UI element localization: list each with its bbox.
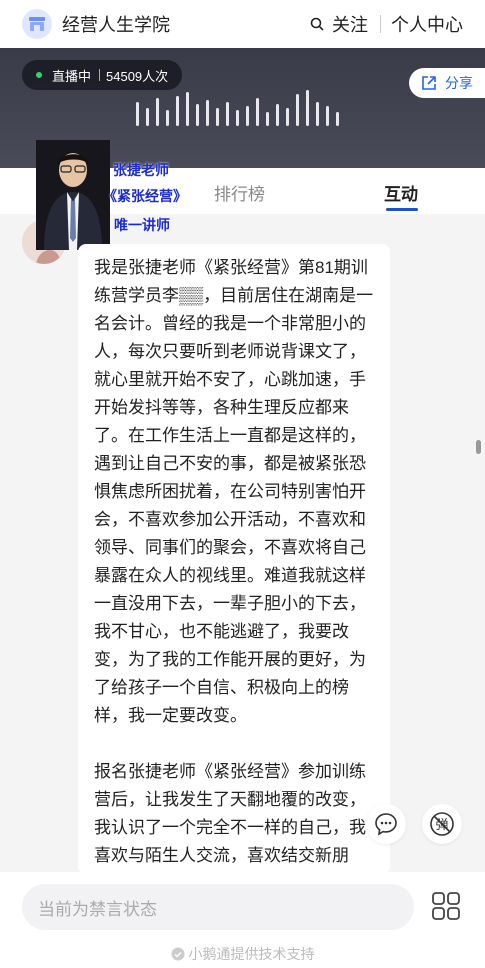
teacher-photo: [36, 140, 110, 250]
chat-input[interactable]: 当前为禁言状态: [22, 884, 414, 930]
tab-interaction[interactable]: 互动: [384, 180, 418, 205]
pill-divider: [99, 69, 101, 81]
store-logo-icon: [22, 9, 52, 39]
header-divider: [380, 15, 381, 33]
bottom-bar: 当前为禁言状态 小鹅通提供技术支持: [0, 872, 485, 968]
powered-by-text: 小鹅通提供技术支持: [188, 946, 315, 962]
follow-button[interactable]: 关注: [310, 11, 368, 37]
active-tab-indicator: [386, 208, 418, 211]
audio-waveform-icon: [136, 90, 339, 126]
live-dot-icon: [36, 72, 42, 78]
tab-leaderboard[interactable]: 排行榜: [214, 180, 265, 205]
chat-message-bubble: 我是张捷老师《紧张经营》第81期训练营学员李▒▒，目前居住在湖南是一名会计。曾经…: [78, 244, 390, 874]
xiaoe-logo-icon: [171, 947, 184, 961]
message-paragraph: 我是张捷老师《紧张经营》第81期训练营学员李▒▒，目前居住在湖南是一名会计。曾经…: [94, 258, 374, 725]
viewer-count: 54509人次: [106, 68, 169, 84]
message-paragraph: 报名张捷老师《紧张经营》参加训练营后，让我发生了天翻地覆的改变，我认识了一个完全…: [94, 762, 366, 865]
grid-icon: [432, 892, 460, 920]
live-status: 直播中: [52, 68, 92, 84]
teacher-course-label: 《紧张经营》: [103, 188, 187, 204]
top-bar: 经营人生学院 关注 个人中心: [0, 0, 485, 48]
more-functions-button[interactable]: [430, 890, 462, 922]
share-button[interactable]: 分享: [409, 68, 485, 98]
comment-icon: [375, 813, 397, 836]
profile-link[interactable]: 个人中心: [391, 11, 463, 37]
share-label: 分享: [445, 75, 473, 91]
live-status-pill: 直播中 54509人次: [22, 60, 183, 90]
share-icon: [422, 76, 436, 90]
follow-label: 关注: [332, 15, 368, 35]
scrollbar-thumb[interactable]: [476, 440, 481, 454]
teacher-role-label: 唯一讲师: [114, 217, 170, 233]
powered-by: 小鹅通提供技术支持: [0, 944, 485, 964]
app-title: 经营人生学院: [62, 15, 170, 35]
danmu-toggle-button[interactable]: 弹: [422, 804, 462, 844]
search-icon: [310, 17, 324, 31]
teacher-name-label: 张捷老师: [113, 162, 169, 178]
danmu-off-icon: 弹: [430, 812, 454, 836]
comment-button[interactable]: [366, 804, 406, 844]
chat-input-placeholder: 当前为禁言状态: [38, 899, 157, 919]
